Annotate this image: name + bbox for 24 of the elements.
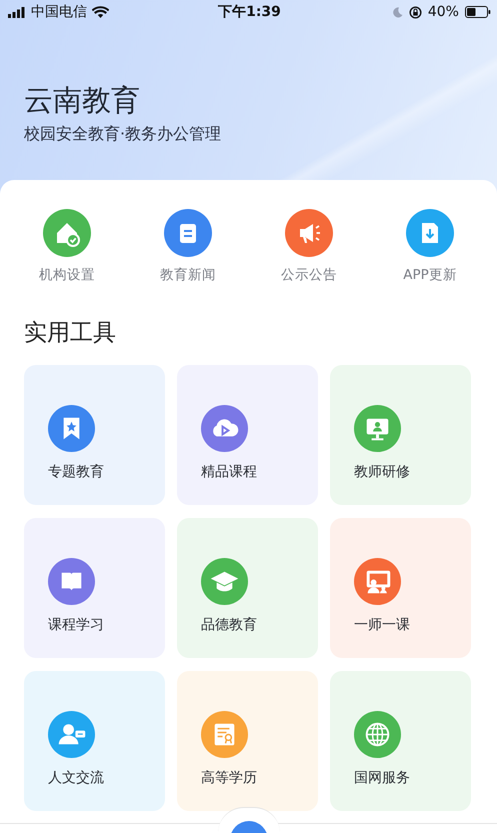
tool-tile[interactable]: 一师一课: [330, 518, 471, 658]
quick-link[interactable]: 公示公告: [259, 209, 359, 284]
battery-percent: 40%: [428, 4, 459, 20]
wifi-icon: [92, 6, 109, 18]
battery-icon: [464, 6, 491, 18]
tool-tile[interactable]: 精品课程: [177, 365, 318, 505]
tool-tile[interactable]: 高等学历: [177, 671, 318, 811]
moon-icon: [392, 6, 403, 18]
signal-icon: [8, 6, 26, 18]
section-title: 实用工具: [24, 319, 117, 348]
app-title: 云南教育: [24, 82, 141, 119]
quick-link[interactable]: 机构设置: [17, 209, 117, 284]
tool-tile[interactable]: 人文交流: [24, 671, 165, 811]
carrier-name: 中国电信: [31, 3, 87, 21]
quick-link[interactable]: 教育新闻: [138, 209, 238, 284]
app-subtitle: 校园安全教育·教务办公管理: [24, 124, 222, 145]
clock-time: 下午1:39: [218, 3, 281, 21]
rotation-lock-icon: [408, 6, 422, 18]
quick-link[interactable]: APP更新: [380, 209, 480, 284]
tool-tile[interactable]: 专题教育: [24, 365, 165, 505]
tool-tile[interactable]: 国网服务: [330, 671, 471, 811]
tool-tile[interactable]: 教师研修: [330, 365, 471, 505]
tool-tile[interactable]: 课程学习: [24, 518, 165, 658]
tool-tile[interactable]: 品德教育: [177, 518, 318, 658]
